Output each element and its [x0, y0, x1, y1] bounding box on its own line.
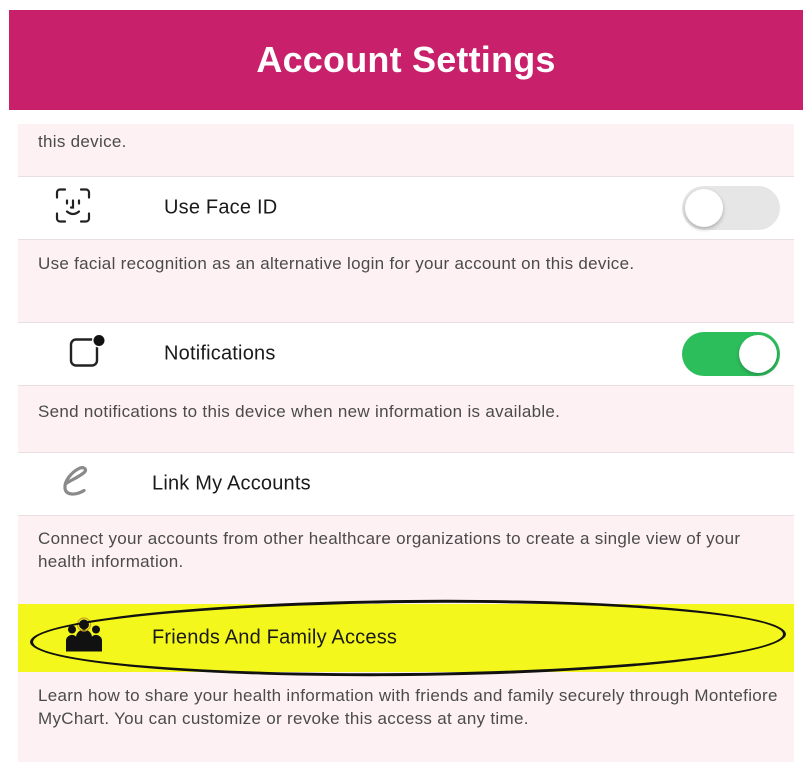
face-id-label: Use Face ID: [164, 196, 278, 219]
toggle-knob: [739, 335, 777, 373]
notification-badge-icon: [68, 333, 108, 376]
page-title: Account Settings: [256, 39, 556, 80]
face-id-description: Use facial recognition as an alternative…: [38, 254, 635, 273]
notifications-description: Send notifications to this device when n…: [38, 402, 561, 421]
link-accounts-row[interactable]: Link My Accounts: [18, 452, 794, 516]
notifications-toggle[interactable]: [682, 332, 780, 376]
link-accounts-description: Connect your accounts from other healthc…: [38, 529, 741, 571]
top-description: this device.: [38, 132, 127, 151]
friends-family-description: Learn how to share your health informati…: [38, 686, 778, 728]
link-accounts-label: Link My Accounts: [152, 472, 311, 495]
face-id-icon: [54, 187, 92, 230]
face-id-row[interactable]: Use Face ID: [18, 176, 794, 240]
settings-list: this device. Use Face ID Use facial reco…: [18, 124, 794, 762]
header-bar: Account Settings: [9, 10, 803, 110]
notifications-row[interactable]: Notifications: [18, 322, 794, 386]
face-id-toggle[interactable]: [682, 186, 780, 230]
toggle-knob: [685, 189, 723, 227]
notifications-label: Notifications: [164, 342, 276, 365]
link-accounts-e-icon: [58, 464, 94, 505]
